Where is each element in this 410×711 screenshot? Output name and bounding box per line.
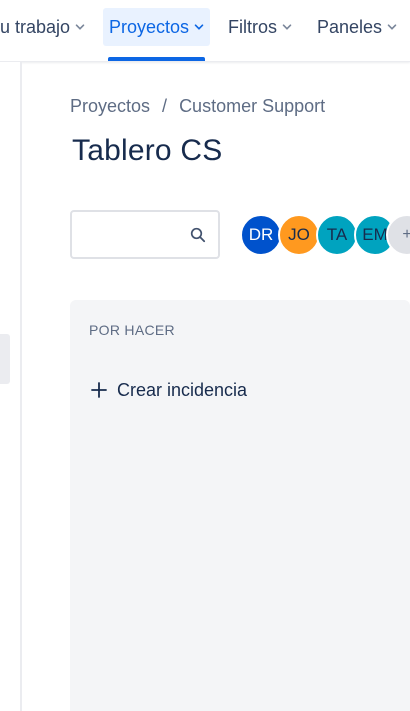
sidebar-collapse-handle[interactable] [0, 334, 10, 384]
avatar-ta[interactable]: TA [316, 214, 358, 256]
create-issue-button[interactable]: Crear incidencia [90, 377, 247, 403]
avatar-more-label: + [402, 226, 410, 243]
avatar-jo[interactable]: JO [278, 214, 320, 256]
avatar-dr[interactable]: DR [240, 214, 282, 256]
top-navigation: u trabajo Proyectos Filtros Paneles [0, 0, 410, 62]
chevron-down-icon [75, 24, 85, 30]
search-box[interactable] [70, 210, 220, 259]
nav-your-work-label: u trabajo [0, 16, 71, 37]
board-column-todo: POR HACER Crear incidencia [70, 300, 410, 711]
nav-dashboards[interactable]: Paneles [311, 8, 403, 46]
breadcrumb-project[interactable]: Customer Support [179, 96, 325, 117]
search-icon [190, 227, 206, 243]
nav-filters-label: Filtros [228, 16, 277, 37]
breadcrumb-projects[interactable]: Proyectos [70, 96, 150, 117]
search-input[interactable] [80, 222, 185, 248]
column-title: POR HACER [89, 322, 175, 338]
nav-your-work[interactable]: u trabajo [0, 8, 91, 46]
active-tab-indicator [108, 57, 205, 61]
breadcrumb-separator: / [162, 96, 168, 116]
nav-projects[interactable]: Proyectos [103, 8, 211, 46]
nav-filters[interactable]: Filtros [222, 8, 298, 46]
chevron-down-icon [387, 24, 397, 30]
breadcrumb: Proyectos / Customer Support [70, 96, 325, 117]
avatar-initials: DR [248, 225, 274, 244]
avatar-initials: EM [362, 225, 388, 244]
avatar-initials: TA [326, 225, 348, 244]
chevron-down-icon [194, 24, 204, 30]
chevron-down-icon [282, 24, 292, 30]
nav-projects-label: Proyectos [109, 16, 190, 37]
nav-dashboards-label: Paneles [317, 16, 383, 37]
create-issue-label: Crear incidencia [117, 379, 248, 400]
sidebar [0, 62, 22, 711]
plus-icon [91, 382, 107, 398]
avatar-initials: JO [288, 225, 310, 244]
page-title: Tablero CS [72, 134, 223, 167]
